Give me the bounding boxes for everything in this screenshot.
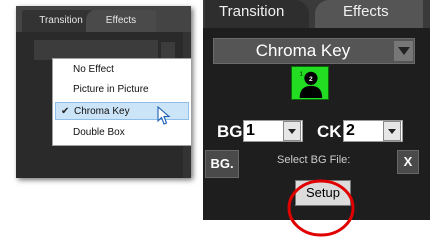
checkmark-icon: ✔ bbox=[61, 106, 70, 117]
menu-item-no-effect[interactable]: No Effect bbox=[55, 61, 189, 79]
bg-label: BG bbox=[217, 122, 243, 141]
person-silhouette-icon: 1 2 bbox=[291, 66, 329, 100]
highlight-circle bbox=[287, 179, 355, 237]
effect-select-partial[interactable] bbox=[34, 40, 158, 60]
tab-bar: Transition Effects bbox=[16, 6, 191, 32]
svg-text:1: 1 bbox=[300, 71, 303, 77]
menu-item-label: Chroma Key bbox=[74, 106, 130, 117]
effect-dropdown-menu: No Effect Picture in Picture ✔ Chroma Ke… bbox=[52, 58, 192, 146]
tab-effects[interactable]: Effects bbox=[86, 10, 156, 32]
effect-select[interactable]: Chroma Key bbox=[213, 38, 415, 64]
ck-label: CK bbox=[317, 122, 342, 141]
svg-text:2: 2 bbox=[309, 76, 313, 83]
select-bg-button[interactable]: BG. bbox=[205, 150, 239, 178]
effect-select-arrow[interactable] bbox=[161, 42, 175, 58]
tab-bar: Transition Effects bbox=[203, 0, 430, 28]
effects-panel-small: Transition Effects No Effect Picture in … bbox=[16, 6, 192, 178]
menu-item-label: Double Box bbox=[73, 127, 125, 138]
effect-select-value: Chroma Key bbox=[255, 41, 351, 60]
tab-transition[interactable]: Transition bbox=[205, 0, 309, 28]
menu-item-label: Picture in Picture bbox=[73, 84, 149, 95]
menu-item-label: No Effect bbox=[73, 64, 114, 75]
chevron-down-icon[interactable] bbox=[383, 121, 401, 141]
tab-effects[interactable]: Effects bbox=[315, 0, 423, 28]
mouse-pointer-icon bbox=[157, 106, 171, 125]
clear-bg-button[interactable]: X bbox=[397, 150, 419, 174]
chevron-down-icon bbox=[398, 47, 410, 55]
menu-item-double-box[interactable]: Double Box bbox=[55, 124, 189, 142]
select-bg-file-label: Select BG File: bbox=[277, 154, 351, 166]
menu-item-picture-in-picture[interactable]: Picture in Picture bbox=[55, 81, 189, 99]
chevron-down-icon[interactable] bbox=[283, 121, 301, 141]
